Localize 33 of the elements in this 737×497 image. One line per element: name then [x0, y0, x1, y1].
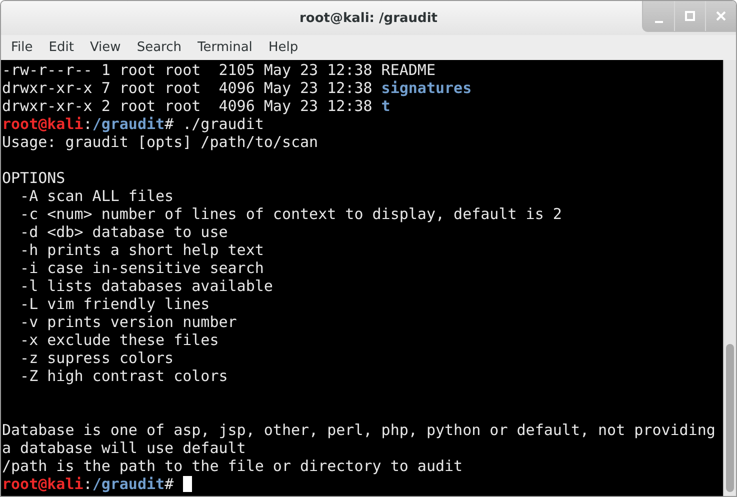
terminal-line: -i case in-sensitive search — [19, 259, 264, 277]
terminal-line: Database is one of asp, jsp, other, perl, php, python or default, not providing — [2, 421, 716, 439]
menu-item[interactable]: Edit — [40, 40, 82, 55]
terminal-line: /path is the path to the file or directory to audit — [2, 457, 463, 475]
terminal-line: -c <num> number of lines of context to display, default is 2 — [19, 205, 562, 223]
terminal-line: root@kali:/graudit# — [2, 475, 175, 493]
terminal-line: -v prints version number — [19, 313, 237, 331]
terminal-line: -L vim friendly lines — [19, 295, 210, 313]
terminal-line: -x exclude these files — [19, 331, 219, 349]
menu-item[interactable]: Terminal — [189, 40, 260, 55]
terminal-line: drwxr-xr-x 7 root root 4096 May 23 12:38 signatures — [2, 79, 472, 97]
menu-item[interactable]: File — [3, 40, 41, 55]
menu-item[interactable]: View — [82, 40, 129, 55]
terminal-line: -h prints a short help text — [19, 241, 264, 259]
window-title: root@kali: /graudit — [299, 10, 438, 26]
terminal-line: a database will use default — [2, 439, 246, 457]
scrollbar-thumb[interactable] — [726, 344, 734, 492]
terminal-line: -Z high contrast colors — [19, 367, 228, 385]
terminal-line: Usage: graudit [opts] /path/to/scan — [2, 133, 318, 151]
menu-item[interactable]: Search — [128, 40, 190, 55]
menu-item[interactable]: Help — [260, 40, 306, 55]
terminal-line: -d <db> database to use — [19, 223, 228, 241]
terminal-line: -rw-r--r-- 1 root root 2105 May 23 12:38 README — [2, 61, 436, 79]
maximize-icon — [685, 11, 695, 21]
terminal-line: -l lists databases available — [19, 277, 273, 295]
close-icon — [716, 11, 726, 21]
terminal-line: -z supress colors — [19, 349, 174, 367]
minimize-icon — [654, 21, 662, 23]
terminal-line: drwxr-xr-x 2 root root 4096 May 23 12:38 t — [2, 97, 390, 115]
scrollbar[interactable] — [723, 60, 736, 496]
terminal-line: -A scan ALL files — [19, 187, 174, 205]
terminal-line: OPTIONS — [2, 169, 66, 187]
terminal-line: root@kali:/graudit# ./graudit — [2, 115, 264, 133]
